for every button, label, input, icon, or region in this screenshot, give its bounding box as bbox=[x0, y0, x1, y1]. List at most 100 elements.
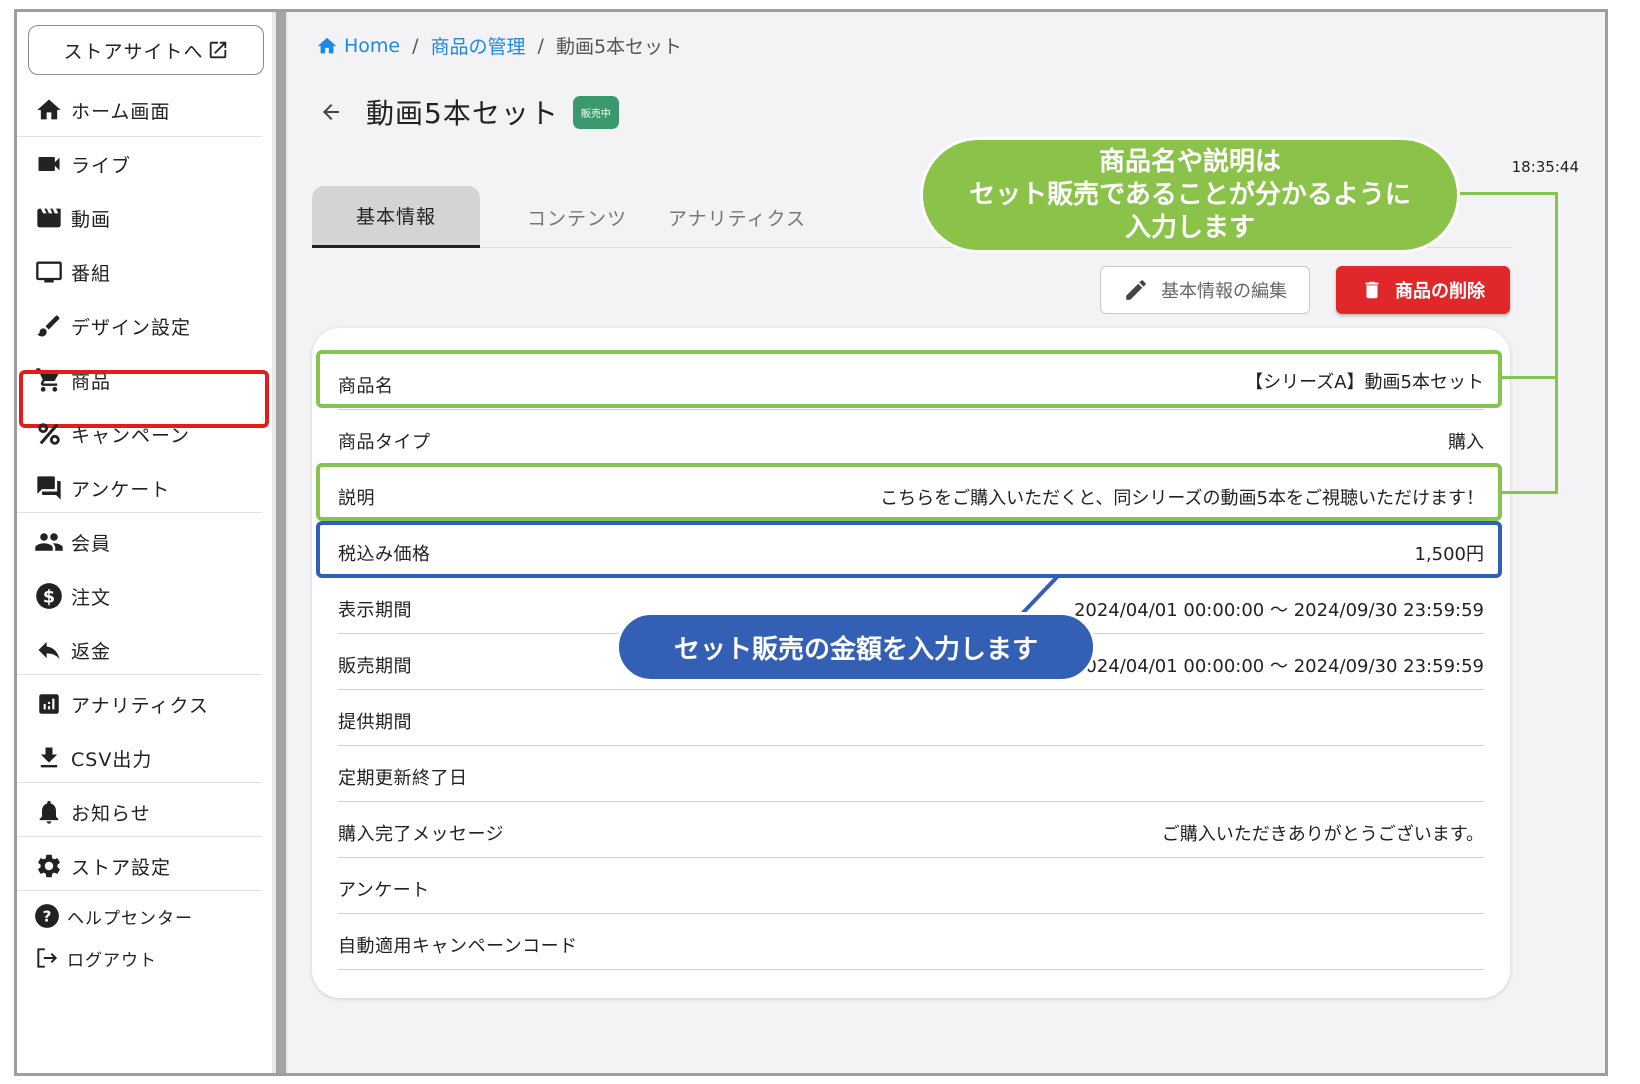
detail-row: 定期更新終了日 bbox=[338, 746, 1484, 802]
callout-product-info: 商品名や説明は セット販売であることが分かるように 入力します bbox=[920, 137, 1460, 253]
sidebar-item-analytics[interactable]: アナリティクス bbox=[17, 676, 267, 732]
forum-icon bbox=[33, 472, 65, 504]
sidebar-item-notice[interactable]: お知らせ bbox=[17, 784, 267, 840]
reply-icon bbox=[33, 634, 65, 666]
sidebar-item-label: 番組 bbox=[71, 262, 112, 285]
help-icon: ? bbox=[31, 900, 63, 932]
detail-value: 2024/04/01 00:00:00 〜 2024/09/30 23:59:5… bbox=[1073, 600, 1484, 621]
main-content: Home / 商品の管理 / 動画5本セット 動画5本セット 販売中 18:35… bbox=[288, 12, 1605, 1073]
delete-product-button[interactable]: 商品の削除 bbox=[1336, 266, 1510, 314]
detail-key: 商品タイプ bbox=[338, 432, 431, 453]
delete-label: 商品の削除 bbox=[1395, 281, 1485, 302]
connector-line bbox=[1460, 192, 1558, 195]
callout-price: セット販売の金額を入力します bbox=[616, 612, 1096, 682]
sidebar-item-label: ログアウト bbox=[67, 950, 157, 971]
home-icon bbox=[33, 94, 65, 126]
divider bbox=[17, 674, 262, 675]
bell-icon bbox=[33, 796, 65, 828]
dollar-icon: $ bbox=[33, 580, 65, 612]
detail-row: 購入完了メッセージ ご購入いただきありがとうございます。 bbox=[338, 802, 1484, 858]
analytics-icon bbox=[33, 688, 65, 720]
detail-value: 購入 bbox=[1448, 432, 1484, 453]
detail-key: 定期更新終了日 bbox=[338, 768, 468, 789]
breadcrumb-home[interactable]: Home bbox=[316, 35, 400, 57]
sidebar-item-store-settings[interactable]: ストア設定 bbox=[17, 838, 267, 894]
breadcrumb-manage[interactable]: 商品の管理 bbox=[431, 32, 526, 59]
sidebar-item-label: デザイン設定 bbox=[71, 316, 192, 339]
breadcrumb-home-label: Home bbox=[344, 34, 401, 57]
detail-row: アンケート bbox=[338, 858, 1484, 914]
home-icon bbox=[317, 37, 337, 53]
people-icon bbox=[33, 526, 65, 558]
detail-key: アンケート bbox=[338, 880, 430, 901]
status-badge: 販売中 bbox=[572, 95, 619, 129]
callout-line: セット販売であることが分かるように bbox=[969, 179, 1411, 210]
timestamp: 18:35:44 bbox=[1511, 158, 1579, 176]
highlight-description bbox=[316, 463, 1502, 521]
scrollbar-thumb[interactable] bbox=[276, 12, 286, 1073]
pencil-icon bbox=[1123, 277, 1149, 303]
videocam-icon bbox=[33, 148, 65, 180]
sidebar-item-logout[interactable]: ログアウト bbox=[17, 930, 267, 986]
detail-value: 2024/04/01 00:00:00 〜 2024/09/30 23:59:5… bbox=[1073, 656, 1484, 677]
callout-line: 商品名や説明は bbox=[1098, 146, 1281, 177]
sidebar-item-members[interactable]: 会員 bbox=[17, 514, 267, 570]
edit-label: 基本情報の編集 bbox=[1161, 281, 1287, 302]
sidebar-item-label: ホーム画面 bbox=[71, 100, 171, 123]
connector-line bbox=[1502, 376, 1558, 379]
sidebar-item-home[interactable]: ホーム画面 bbox=[17, 82, 267, 138]
sidebar-item-survey[interactable]: アンケート bbox=[17, 460, 267, 516]
title-row: 動画5本セット 販売中 bbox=[316, 92, 619, 132]
trash-icon bbox=[1361, 278, 1383, 302]
detail-key: 表示期間 bbox=[338, 600, 412, 621]
sidebar-item-orders[interactable]: $ 注文 bbox=[17, 568, 267, 624]
detail-row: 自動適用キャンペーンコード bbox=[338, 914, 1484, 970]
breadcrumb-current: 動画5本セット bbox=[555, 36, 683, 58]
tab-contents[interactable]: コンテンツ bbox=[502, 186, 652, 248]
sidebar-item-label: キャンペーン bbox=[71, 424, 191, 447]
sidebar-item-csv[interactable]: CSV出力 bbox=[17, 730, 267, 786]
divider bbox=[17, 836, 262, 837]
sidebar-item-programs[interactable]: 番組 bbox=[17, 244, 267, 300]
logout-icon bbox=[31, 942, 63, 974]
sidebar-item-label: 注文 bbox=[71, 586, 112, 609]
sidebar-item-label: アンケート bbox=[71, 478, 171, 501]
app-window: ストアサイトへ ホーム画面 ライブ 動画 番組 デザイン設定 商品 キャンペーン… bbox=[14, 9, 1608, 1076]
gear-icon bbox=[33, 850, 65, 882]
tab-analytics[interactable]: アナリティクス bbox=[662, 186, 812, 248]
open-in-new-icon bbox=[207, 39, 229, 61]
tab-basic-info[interactable]: 基本情報 bbox=[312, 186, 480, 248]
store-site-button[interactable]: ストアサイトへ bbox=[28, 25, 264, 75]
sidebar-item-refund[interactable]: 返金 bbox=[17, 622, 267, 678]
divider bbox=[17, 782, 262, 783]
svg-text:?: ? bbox=[43, 907, 52, 925]
sidebar-item-label: ストア設定 bbox=[71, 856, 172, 879]
detail-key: 自動適用キャンペーンコード bbox=[338, 936, 578, 957]
page-title: 動画5本セット bbox=[366, 97, 559, 130]
sidebar-item-label: 会員 bbox=[71, 532, 112, 555]
sidebar-item-live[interactable]: ライブ bbox=[17, 136, 267, 192]
breadcrumb-separator: / bbox=[537, 34, 544, 57]
svg-text:$: $ bbox=[43, 587, 55, 607]
sidebar-item-campaign[interactable]: キャンペーン bbox=[17, 406, 267, 462]
sidebar-item-label: アナリティクス bbox=[71, 694, 209, 717]
movie-icon bbox=[33, 202, 65, 234]
detail-row: 商品タイプ 購入 bbox=[338, 410, 1484, 466]
percent-icon bbox=[33, 418, 65, 450]
highlight-product-name bbox=[316, 350, 1502, 408]
edit-basic-info-button[interactable]: 基本情報の編集 bbox=[1100, 266, 1310, 314]
detail-key: 提供期間 bbox=[338, 712, 412, 733]
sidebar-item-design[interactable]: デザイン設定 bbox=[17, 298, 267, 354]
sidebar: ストアサイトへ ホーム画面 ライブ 動画 番組 デザイン設定 商品 キャンペーン… bbox=[17, 12, 272, 1073]
brush-icon bbox=[33, 310, 65, 342]
divider bbox=[17, 512, 262, 513]
detail-key: 購入完了メッセージ bbox=[338, 824, 505, 845]
back-arrow-icon[interactable] bbox=[316, 97, 346, 127]
sidebar-item-label: お知らせ bbox=[71, 802, 151, 825]
detail-row: 提供期間 bbox=[338, 690, 1484, 746]
sidebar-item-label: ヘルプセンター bbox=[67, 908, 193, 929]
sidebar-item-videos[interactable]: 動画 bbox=[17, 190, 267, 246]
tv-icon bbox=[33, 256, 65, 288]
callout-line: 入力します bbox=[1124, 212, 1255, 243]
download-icon bbox=[33, 742, 65, 774]
